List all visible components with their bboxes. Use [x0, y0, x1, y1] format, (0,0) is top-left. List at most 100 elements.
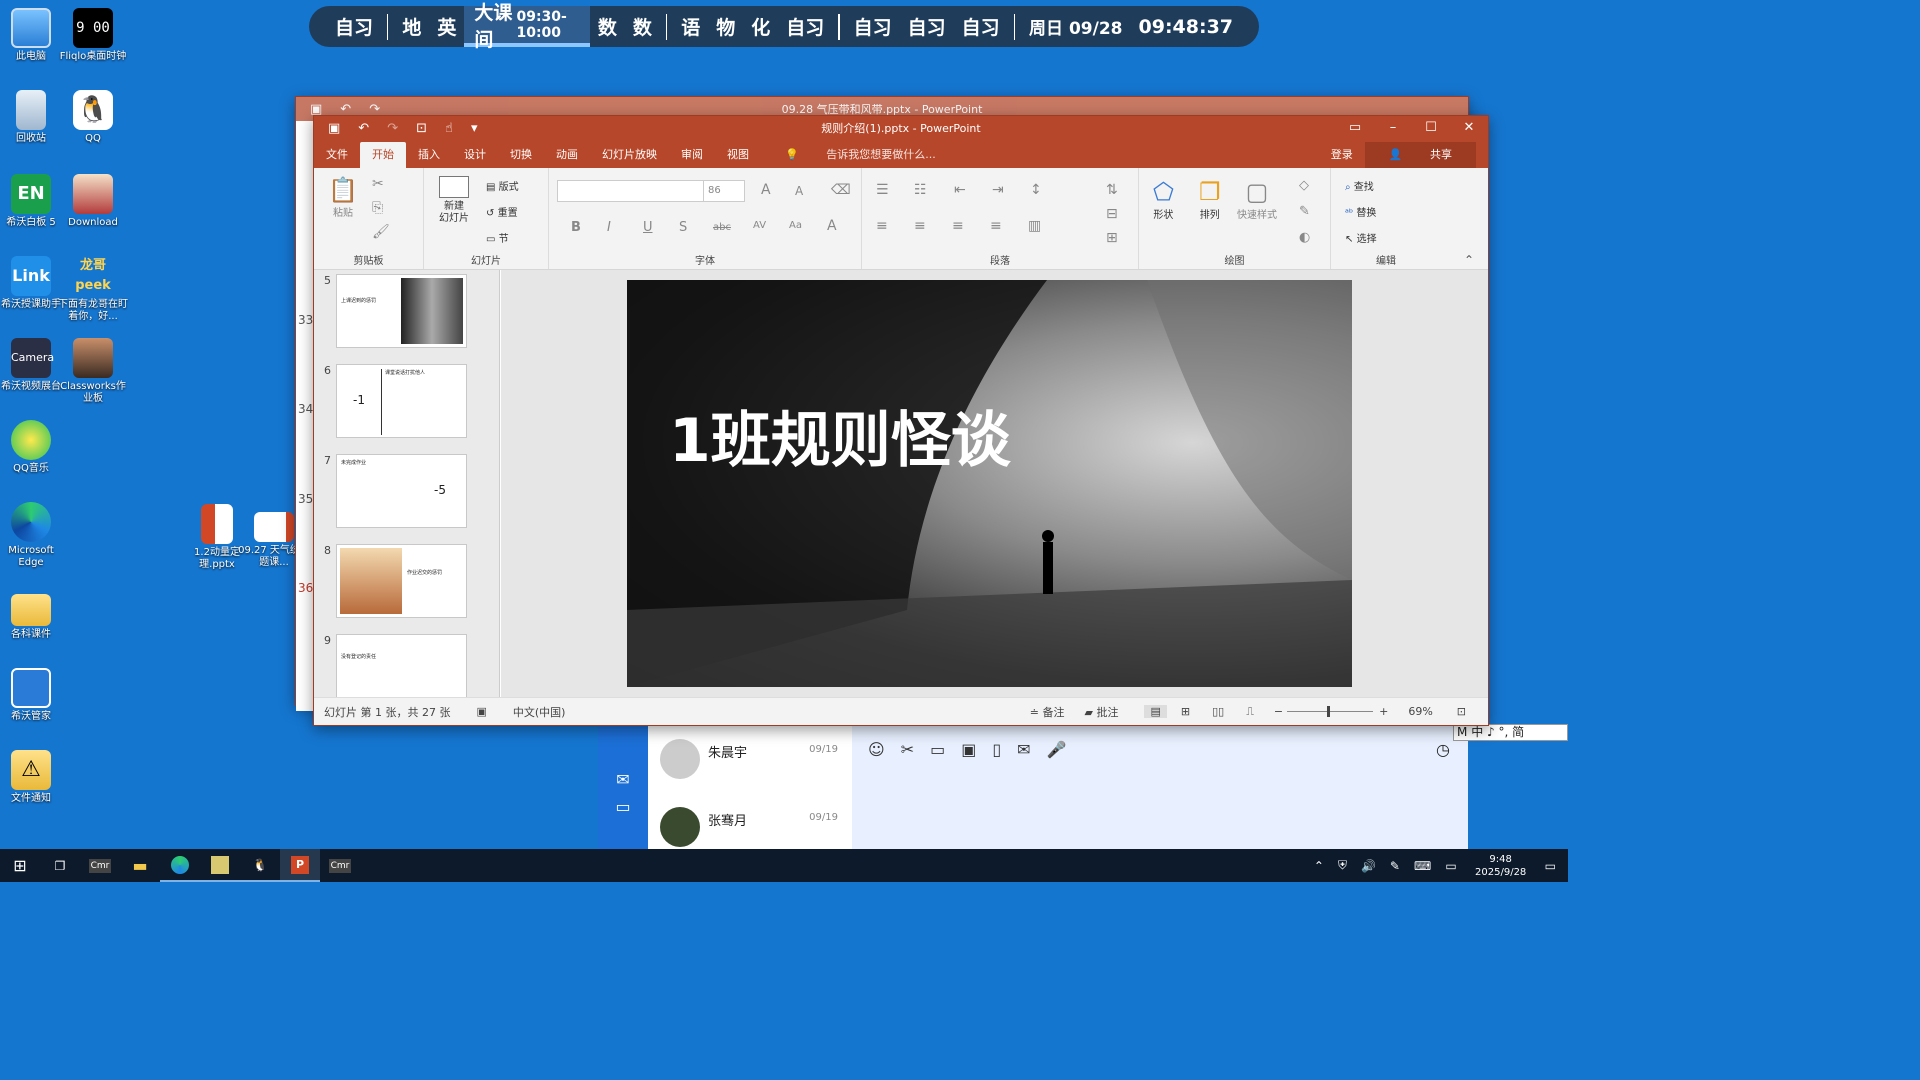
zoom-out-button[interactable]: − [1274, 705, 1283, 718]
slide-thumbnail[interactable]: 没有登记的责任 [336, 634, 467, 699]
shadow-icon[interactable]: S [679, 220, 687, 235]
taskbar-file-explorer[interactable]: ▬ [120, 849, 160, 882]
font-name-input[interactable] [557, 180, 705, 202]
zoom-slider-thumb[interactable] [1327, 706, 1331, 717]
taskbar-clock[interactable]: 9:48 2025/9/28 [1471, 853, 1531, 879]
tab-view[interactable]: 视图 [715, 142, 761, 168]
ime-status[interactable]: 中 ♪ °, 简 [1471, 725, 1524, 739]
grow-font-icon[interactable]: A [761, 182, 771, 198]
justify-icon[interactable]: ≡ [990, 218, 1002, 234]
shapes-button[interactable]: ⬠ 形状 [1153, 178, 1174, 221]
tell-me-box[interactable]: 💡 告诉我您想要做什么... [761, 142, 960, 168]
start-button[interactable]: ⊞ [0, 849, 40, 882]
slideshow-icon[interactable]: ⎍ [1246, 705, 1254, 719]
task-view-button[interactable]: ❐ [40, 849, 80, 882]
underline-icon[interactable]: U [643, 220, 653, 235]
desktop-icon-classworks[interactable]: Classworks作业板 [57, 338, 129, 405]
slide-editing-area[interactable]: 1班规则怪谈 [501, 270, 1488, 699]
image-icon[interactable]: ▣ [961, 740, 976, 759]
shake-icon[interactable]: ▯ [992, 740, 1001, 759]
undo-icon[interactable]: ↶ [358, 121, 369, 136]
shape-outline-icon[interactable]: ✎ [1299, 204, 1310, 219]
start-from-beginning-icon[interactable]: ⊡ [416, 121, 427, 136]
customize-toolbar-icon[interactable]: ▾ [471, 121, 478, 136]
tab-home[interactable]: 开始 [360, 142, 406, 168]
slide-title[interactable]: 1班规则怪谈 [669, 392, 1011, 479]
folder-icon[interactable]: ▭ [930, 740, 945, 759]
shape-fill-icon[interactable]: ◇ [1299, 178, 1309, 193]
bullets-icon[interactable]: ☰ [876, 182, 889, 198]
tab-insert[interactable]: 插入 [406, 142, 452, 168]
close-button[interactable]: ✕ [1450, 116, 1488, 140]
display-icon[interactable]: ▭ [1445, 859, 1456, 873]
login-button[interactable]: 登录 [1319, 142, 1365, 168]
strikethrough-icon[interactable]: abc [713, 222, 731, 233]
fit-to-window-icon[interactable]: ⊡ [1457, 705, 1466, 718]
collapse-ribbon-icon[interactable]: ⌃ [1464, 253, 1474, 267]
envelope-icon[interactable]: ✉ [1017, 740, 1030, 759]
taskbar-app[interactable] [200, 849, 240, 882]
smartart-icon[interactable]: ⊞ [1106, 230, 1118, 246]
taskbar-seewo-camera[interactable]: Cmr [80, 849, 120, 882]
numbering-icon[interactable]: ☷ [914, 182, 927, 198]
align-text-icon[interactable]: ⊟ [1106, 206, 1118, 222]
folder-icon[interactable]: ▭ [598, 797, 648, 816]
zoom-level[interactable]: 69% [1408, 705, 1432, 718]
replace-button[interactable]: ᵃᵇ 替换 [1345, 204, 1376, 219]
taskbar-powerpoint[interactable]: P [280, 849, 320, 882]
shape-effects-icon[interactable]: ◐ [1299, 230, 1310, 245]
desktop-icon-file-notice[interactable]: ⚠ 文件通知 [0, 750, 67, 805]
taskbar-seewo-camera-2[interactable]: Cmr [320, 849, 360, 882]
italic-icon[interactable]: I [607, 220, 611, 235]
slide-thumbnail[interactable]: 未完成作业 -5 [336, 454, 467, 528]
save-icon[interactable]: ▣ [328, 121, 340, 136]
columns-icon[interactable]: ▥ [1028, 218, 1041, 234]
tab-slideshow[interactable]: 幻灯片放映 [590, 142, 669, 168]
contact-item[interactable]: 朱晨宇 09/19 [648, 734, 852, 792]
notification-icon[interactable]: ▭ [1545, 859, 1556, 873]
touch-mode-icon[interactable]: ☝ [445, 121, 453, 136]
qq-window[interactable]: ✉ ▭ 朱晨宇 09/19 张骞月 09/19 ☺ ✂ ▭ ▣ ▯ ✉ 🎤 ◷ [598, 726, 1468, 849]
slide-thumbnail[interactable]: 课堂说话打扰他人 -1 [336, 364, 467, 438]
find-button[interactable]: ⌕ 查找 [1345, 178, 1374, 193]
slide-thumbnail[interactable]: 作业迟交的惩罚 [336, 544, 467, 618]
char-spacing-icon[interactable]: AV [753, 220, 766, 231]
chevron-up-icon[interactable]: ⌃ [1314, 859, 1324, 873]
paste-button[interactable]: 📋 粘贴 [328, 176, 358, 219]
redo-icon[interactable]: ↷ [387, 121, 398, 136]
volume-icon[interactable]: 🔊 [1361, 859, 1376, 873]
decrease-indent-icon[interactable]: ⇤ [954, 182, 966, 198]
history-clock-icon[interactable]: ◷ [1436, 740, 1450, 759]
maximize-button[interactable]: ☐ [1412, 116, 1450, 140]
desktop-icon-fliqlo[interactable]: 9 00 Fliqlo桌面时钟 [57, 8, 129, 63]
powerpoint-window[interactable]: ▣ ↶ ↷ ⊡ ☝ ▾ 规则介绍(1).pptx - PowerPoint ▭ … [313, 115, 1489, 726]
new-slide-button[interactable]: 新建 幻灯片 [434, 176, 474, 225]
normal-view-icon[interactable]: ▤ [1144, 705, 1167, 718]
desktop-icon-edge[interactable]: Microsoft Edge [0, 502, 67, 569]
bold-icon[interactable]: B [571, 220, 581, 235]
ime-toolbar[interactable]: M 中 ♪ °, 简 [1453, 724, 1568, 741]
share-button[interactable]: 👤 共享 [1364, 142, 1476, 168]
change-case-icon[interactable]: Aa [789, 220, 802, 231]
text-direction-icon[interactable]: ⇅ [1106, 182, 1118, 198]
scissors-icon[interactable]: ✂ [901, 740, 914, 759]
desktop-icon-seewo-guard[interactable]: 希沃管家 [0, 668, 67, 723]
select-button[interactable]: ↖ 选择 [1345, 230, 1377, 245]
contact-item[interactable]: 张骞月 09/19 [648, 802, 852, 849]
tab-transitions[interactable]: 切换 [498, 142, 544, 168]
tab-review[interactable]: 审阅 [669, 142, 715, 168]
security-shield-icon[interactable]: ⛨ [1338, 858, 1347, 873]
layout-button[interactable]: ▤ 版式 [486, 178, 519, 193]
font-color-icon[interactable]: A [827, 218, 837, 234]
minimize-button[interactable]: – [1374, 116, 1412, 140]
taskbar-edge[interactable] [160, 849, 200, 882]
desktop-icon-qq[interactable]: 🐧 QQ [57, 90, 129, 145]
increase-indent-icon[interactable]: ⇥ [992, 182, 1004, 198]
shrink-font-icon[interactable]: A [795, 184, 803, 198]
quick-styles-button[interactable]: ▢ 快速样式 [1237, 178, 1277, 221]
desktop-icon-qq-music[interactable]: QQ音乐 [0, 420, 67, 475]
language-indicator[interactable]: 中文(中国) [513, 704, 566, 720]
slide-thumbnail[interactable]: 上课迟到的惩罚 [336, 274, 467, 348]
tab-animations[interactable]: 动画 [544, 142, 590, 168]
current-slide[interactable]: 1班规则怪谈 [627, 280, 1352, 687]
